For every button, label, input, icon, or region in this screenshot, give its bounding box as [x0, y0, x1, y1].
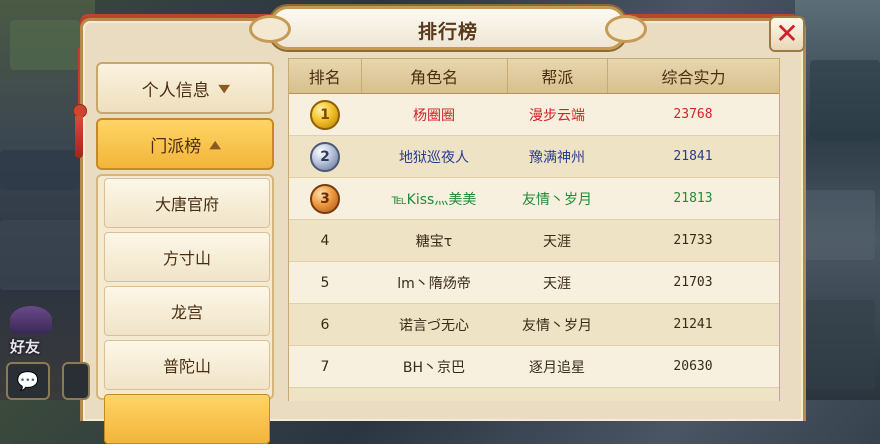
close-button[interactable]: ✕: [769, 16, 805, 52]
guild-cell: 天涯: [543, 233, 571, 250]
name-cell: lm丶隋炀帝: [397, 275, 471, 292]
personal-info-button[interactable]: 个人信息 ▼: [96, 62, 274, 114]
table-row[interactable]: 1 杨圈圈 漫步云端 23768: [289, 94, 779, 136]
power-cell: [607, 388, 779, 401]
ranking-table: 排名 角色名 帮派 综合实力 1 杨圈圈 漫步云端 23768 2 地狱巡夜人 …: [288, 58, 780, 401]
title-plate: 排行榜: [249, 6, 647, 50]
sect-rank-button[interactable]: 门派榜 ▲: [96, 118, 274, 170]
hud-button[interactable]: [62, 362, 90, 400]
power-cell: 21733: [673, 233, 713, 248]
table-row[interactable]: 5 lm丶隋炀帝 天涯 21703: [289, 262, 779, 304]
table-row[interactable]: 7 BH丶京巴 逐月追星 20630: [289, 346, 779, 388]
friend-label: 好友: [10, 338, 41, 356]
name-cell: 地狱巡夜人: [399, 149, 469, 166]
name-cell: [361, 388, 507, 401]
rank-cell: 6: [320, 316, 330, 333]
guild-cell: [507, 388, 607, 401]
name-cell: ℡Kiss灬美美: [391, 191, 477, 208]
rank-cell: 3: [289, 178, 361, 219]
sect-rank-label: 门派榜: [150, 136, 202, 157]
power-cell: 21813: [673, 191, 713, 206]
avatar: [10, 306, 52, 334]
table-body: 1 杨圈圈 漫步云端 23768 2 地狱巡夜人 豫满神州 21841 3 ℡K…: [289, 94, 779, 401]
chevron-down-icon: ▼: [218, 81, 230, 95]
sect-item-label: 方寸山: [162, 249, 211, 268]
page-title: 排行榜: [417, 21, 478, 43]
sect-item-label: 大唐官府: [154, 195, 219, 214]
power-cell: 20630: [673, 359, 713, 374]
bronze-medal-icon: 3: [310, 183, 340, 214]
guild-cell: 天涯: [543, 275, 571, 292]
tassel-decoration: [73, 48, 87, 158]
header-name: 角色名: [362, 59, 508, 93]
sect-list-panel: 大唐官府 方寸山 龙宫 普陀山: [96, 174, 274, 444]
name-cell: 杨圈圈: [413, 107, 455, 124]
name-cell: BH丶京巴: [402, 359, 466, 376]
guild-cell: 友情丶岁月: [522, 317, 592, 334]
table-row[interactable]: 2 地狱巡夜人 豫满神州 21841: [289, 136, 779, 178]
power-cell: 21841: [673, 149, 713, 164]
header-power: 综合实力: [661, 68, 726, 87]
power-cell: 21703: [673, 275, 713, 290]
header-rank: 排名: [289, 59, 362, 93]
table-row[interactable]: [289, 388, 779, 401]
name-cell: 糖宝τ: [415, 233, 453, 250]
friend-button[interactable]: 好友: [4, 302, 58, 360]
guild-cell: 友情丶岁月: [522, 191, 592, 208]
table-row[interactable]: 4 糖宝τ 天涯 21733: [289, 220, 779, 262]
sect-item-fangcun[interactable]: 方寸山: [104, 232, 270, 282]
personal-info-label: 个人信息: [141, 80, 210, 101]
chat-button[interactable]: 💬: [6, 362, 50, 400]
chevron-up-icon: ▲: [209, 137, 222, 151]
rank-cell: 1: [289, 94, 361, 135]
power-cell: 23768: [673, 107, 713, 122]
rank-cell: 5: [320, 274, 330, 291]
guild-cell: 漫步云端: [529, 107, 585, 124]
rank-cell: 2: [289, 136, 361, 177]
sect-item-label: 龙宫: [170, 303, 203, 322]
sect-item-longgong[interactable]: 龙宫: [104, 286, 270, 336]
sect-item-label: 普陀山: [162, 357, 211, 376]
rank-category-menu: 个人信息 ▼ 门派榜 ▲ 大唐官府 方寸山 龙宫 普陀山: [96, 58, 274, 444]
gold-medal-icon: 1: [310, 99, 340, 130]
rank-cell: [289, 388, 361, 401]
chat-bubble-icon: 💬: [16, 370, 40, 392]
rank-cell: 7: [320, 358, 330, 375]
sect-item-selected[interactable]: [104, 394, 270, 444]
power-cell: 21241: [673, 317, 713, 332]
sect-item-putuo[interactable]: 普陀山: [104, 340, 270, 390]
guild-cell: 豫满神州: [529, 149, 585, 166]
table-row[interactable]: 6 诺言づ无心 友情丶岁月 21241: [289, 304, 779, 346]
guild-cell: 逐月追星: [529, 359, 585, 376]
game-background-right: [795, 0, 880, 400]
name-cell: 诺言づ无心: [399, 317, 469, 334]
table-row[interactable]: 3 ℡Kiss灬美美 友情丶岁月 21813: [289, 178, 779, 220]
table-header: 排名 角色名 帮派 综合实力: [289, 59, 779, 94]
sect-item-datang[interactable]: 大唐官府: [104, 178, 270, 228]
header-guild: 帮派: [508, 59, 609, 93]
close-icon: ✕: [775, 17, 799, 50]
silver-medal-icon: 2: [310, 141, 340, 172]
rank-cell: 4: [320, 232, 330, 249]
